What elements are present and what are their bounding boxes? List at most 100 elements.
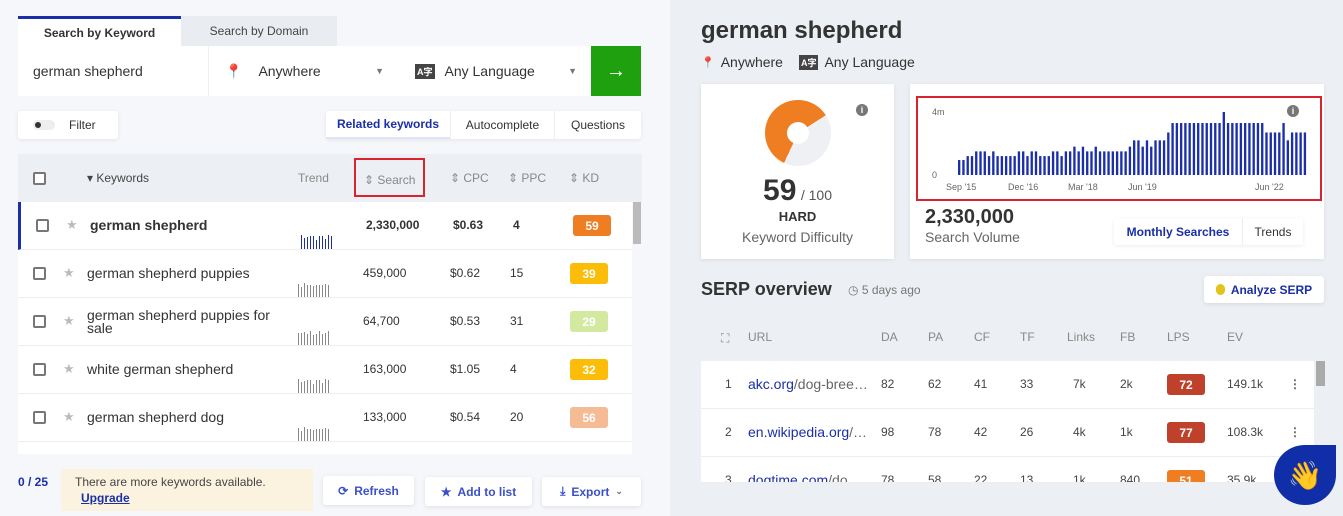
volume-bar[interactable] xyxy=(1154,140,1157,175)
volume-bar[interactable] xyxy=(1252,123,1255,175)
volume-bar[interactable] xyxy=(1137,140,1140,175)
volume-bar[interactable] xyxy=(1226,123,1230,175)
serp-url[interactable]: akc.org/dog-bree… xyxy=(748,376,868,392)
volume-bar[interactable] xyxy=(1051,151,1055,175)
volume-bar[interactable] xyxy=(1290,132,1294,175)
volume-bar[interactable] xyxy=(1295,132,1298,175)
volume-bar[interactable] xyxy=(1231,123,1234,175)
volume-bar[interactable] xyxy=(1073,146,1076,175)
volume-bar[interactable] xyxy=(1068,151,1072,175)
volume-bar[interactable] xyxy=(1017,151,1021,175)
table-scrollbar[interactable] xyxy=(633,202,641,244)
volume-bar[interactable] xyxy=(1030,151,1033,175)
star-icon[interactable]: ★ xyxy=(63,361,75,377)
volume-bar[interactable] xyxy=(975,151,978,175)
tab-questions[interactable]: Questions xyxy=(554,111,641,139)
info-icon[interactable]: i xyxy=(856,104,868,116)
keyword-text[interactable]: german shepherd puppies for sale xyxy=(87,308,277,335)
volume-bar[interactable] xyxy=(1098,151,1102,175)
volume-bar[interactable] xyxy=(1243,123,1247,175)
location-select[interactable]: 📍 Anywhere ▼ xyxy=(208,46,394,96)
table-row[interactable]: ★ german shepherd dog 133,000 $0.54 20 5… xyxy=(18,394,632,442)
star-icon[interactable]: ★ xyxy=(63,265,75,281)
volume-bar[interactable] xyxy=(1056,151,1059,175)
header-search[interactable]: ⇕ Search xyxy=(354,158,425,197)
volume-bar[interactable] xyxy=(1086,151,1089,175)
volume-bar[interactable] xyxy=(1022,151,1025,175)
volume-bar[interactable] xyxy=(1265,132,1268,175)
row-checkbox[interactable] xyxy=(33,315,46,328)
export-button[interactable]: ⤓ Export ⌄ xyxy=(542,477,641,506)
volume-bar[interactable] xyxy=(1167,132,1170,175)
volume-bar[interactable] xyxy=(1009,156,1012,175)
volume-bar[interactable] xyxy=(1278,132,1281,175)
header-ppc[interactable]: ⇕ PPC xyxy=(508,171,546,185)
volume-bar[interactable] xyxy=(1248,123,1251,175)
volume-bar[interactable] xyxy=(1218,123,1221,175)
volume-bar[interactable] xyxy=(1239,123,1243,175)
volume-bar[interactable] xyxy=(1026,156,1029,175)
volume-bar[interactable] xyxy=(1197,123,1200,175)
volume-bar[interactable] xyxy=(996,156,999,175)
volume-bar[interactable] xyxy=(983,151,986,175)
refresh-button[interactable]: ⟳ Refresh xyxy=(323,476,414,505)
volume-bar[interactable] xyxy=(1214,123,1217,175)
volume-bar[interactable] xyxy=(1115,151,1119,175)
volume-bar[interactable] xyxy=(1303,132,1307,175)
volume-bar[interactable] xyxy=(1235,123,1238,175)
volume-bar[interactable] xyxy=(1192,123,1196,175)
volume-bar[interactable] xyxy=(1273,132,1277,175)
keyword-text[interactable]: white german shepherd xyxy=(87,361,277,377)
volume-bar[interactable] xyxy=(1261,123,1264,175)
volume-bar[interactable] xyxy=(979,151,982,175)
volume-bar[interactable] xyxy=(987,156,991,175)
volume-bar[interactable] xyxy=(1039,156,1042,175)
star-icon[interactable]: ★ xyxy=(66,217,78,233)
header-kd[interactable]: ⇕ KD xyxy=(569,171,599,185)
star-icon[interactable]: ★ xyxy=(63,313,75,329)
row-checkbox[interactable] xyxy=(33,411,46,424)
volume-bar[interactable] xyxy=(1013,156,1016,175)
volume-bar[interactable] xyxy=(1162,140,1166,175)
row-checkbox[interactable] xyxy=(33,267,46,280)
row-checkbox[interactable] xyxy=(36,219,49,232)
volume-bar[interactable] xyxy=(1034,151,1038,175)
volume-bar[interactable] xyxy=(1158,140,1161,175)
volume-bar[interactable] xyxy=(1171,123,1174,175)
volume-bar[interactable] xyxy=(1133,140,1136,175)
keyword-text[interactable]: german shepherd dog xyxy=(87,409,277,425)
volume-bar[interactable] xyxy=(1111,151,1115,175)
add-to-list-button[interactable]: ★ Add to list xyxy=(425,477,532,506)
volume-bar[interactable] xyxy=(1175,123,1179,175)
table-row[interactable]: ★ german shepherd puppies for sale 64,70… xyxy=(18,298,632,346)
header-keywords[interactable]: ▾ Keywords xyxy=(87,171,149,185)
star-icon[interactable]: ★ xyxy=(63,409,75,425)
volume-bar[interactable] xyxy=(1179,123,1183,175)
tab-trends[interactable]: Trends xyxy=(1242,218,1303,245)
volume-bar[interactable] xyxy=(958,160,961,175)
more-options-icon[interactable]: ⋮ xyxy=(1289,377,1301,391)
filter-toggle[interactable]: Filter xyxy=(18,111,118,139)
volume-bar[interactable] xyxy=(1299,132,1302,175)
volume-bar[interactable] xyxy=(1000,156,1004,175)
more-options-icon[interactable]: ⋮ xyxy=(1289,425,1301,439)
volume-bar[interactable] xyxy=(1120,151,1123,175)
volume-bar[interactable] xyxy=(1188,123,1191,175)
volume-bar[interactable] xyxy=(1201,123,1204,175)
tab-search-by-keyword[interactable]: Search by Keyword xyxy=(18,16,181,46)
volume-bar[interactable] xyxy=(1060,156,1063,175)
row-checkbox[interactable] xyxy=(33,363,46,376)
volume-bar[interactable] xyxy=(1090,151,1093,175)
volume-bar[interactable] xyxy=(1124,151,1127,175)
info-icon[interactable]: i xyxy=(1287,105,1299,117)
language-select[interactable]: A字 Any Language ▼ xyxy=(401,46,591,96)
volume-bar[interactable] xyxy=(1043,156,1046,175)
volume-bar[interactable] xyxy=(1145,140,1149,175)
table-row[interactable]: ★ german shepherd 2,330,000 $0.63 4 59 xyxy=(18,202,632,250)
volume-bar[interactable] xyxy=(1282,123,1285,175)
keyword-input[interactable] xyxy=(18,46,206,96)
serp-url[interactable]: dogtime.com/do… xyxy=(748,472,862,482)
tab-search-by-domain[interactable]: Search by Domain xyxy=(181,16,337,46)
toggle-switch[interactable] xyxy=(33,120,55,130)
analyze-serp-button[interactable]: Analyze SERP xyxy=(1204,276,1324,303)
